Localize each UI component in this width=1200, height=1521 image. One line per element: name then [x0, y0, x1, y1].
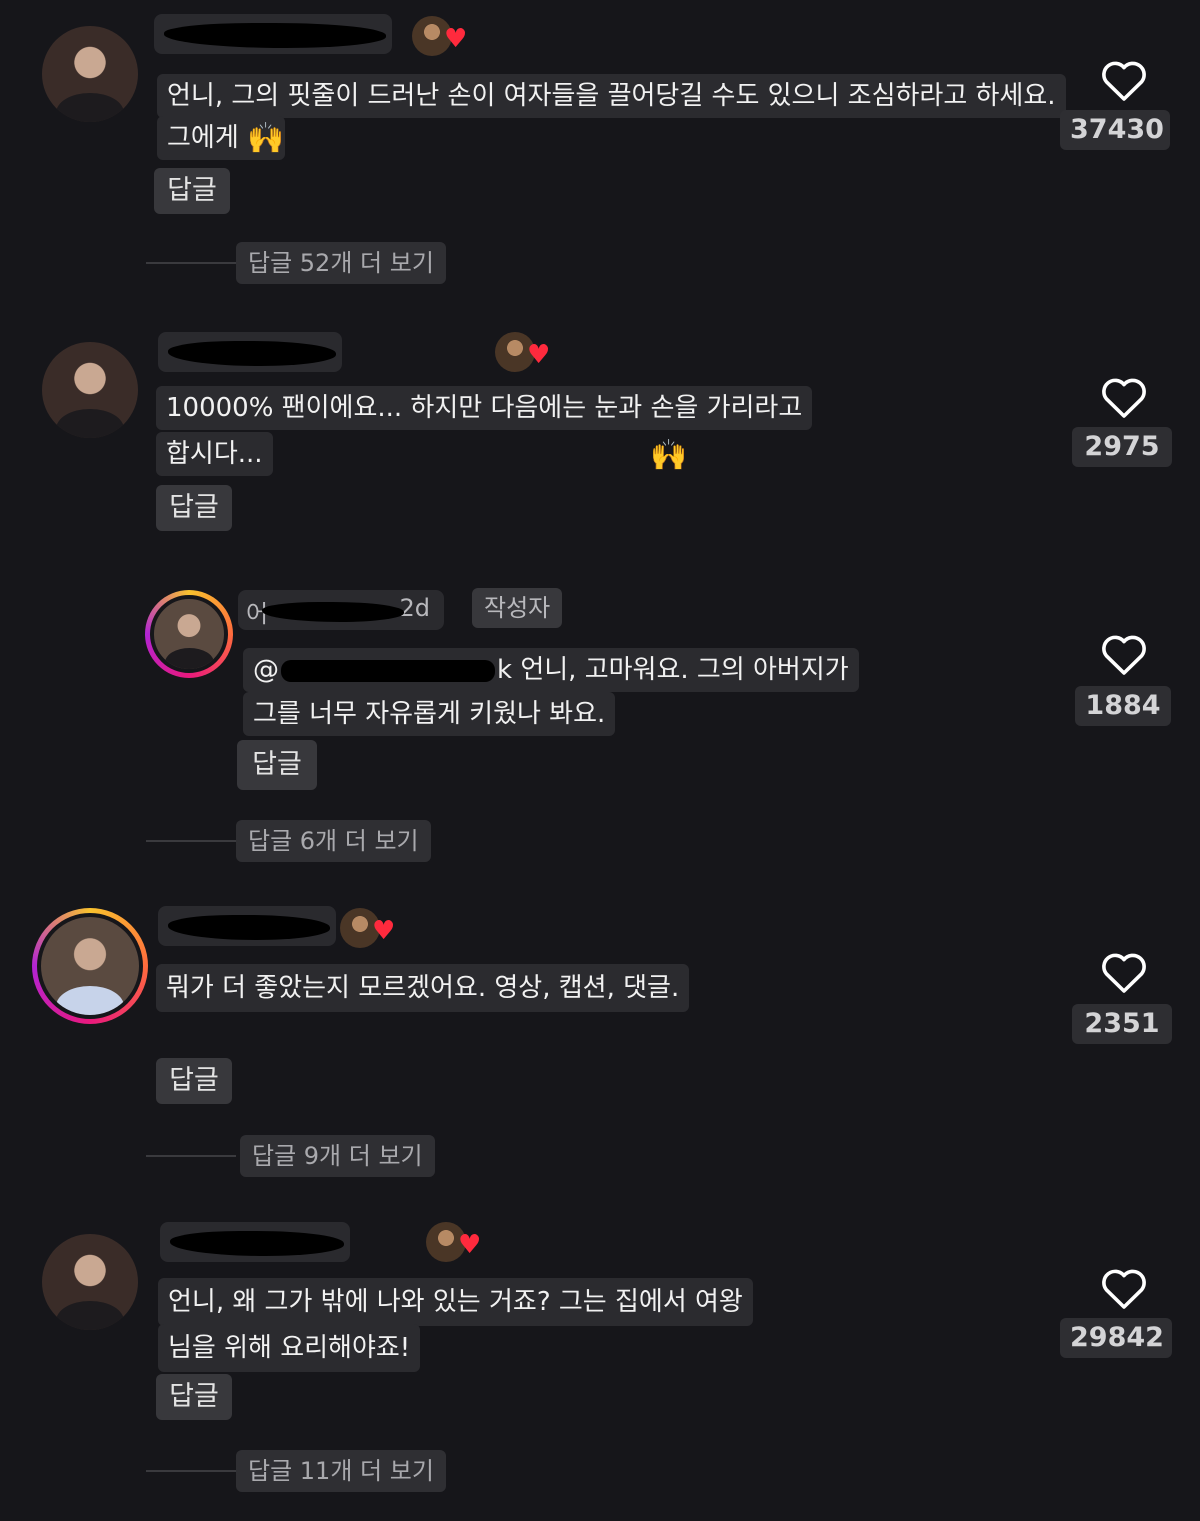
view-more-replies-button[interactable]: 답글 11개 더 보기: [236, 1450, 446, 1492]
like-count: 37430: [1060, 110, 1170, 150]
comment-text-line: 님을 위해 요리해야죠!: [158, 1324, 421, 1372]
redacted-username[interactable]: [154, 14, 392, 54]
reply-button[interactable]: 답글: [237, 740, 317, 790]
mention-prefix[interactable]: @: [253, 655, 279, 685]
avatar[interactable]: [32, 908, 148, 1024]
mention-suffix[interactable]: k: [497, 655, 512, 685]
reply-button[interactable]: 답글: [154, 168, 230, 214]
redacted-username[interactable]: [158, 332, 342, 372]
comment-text-line: 언니, 그의 핏줄이 드러난 손이 여자들을 끌어당길 수도 있으니 조심하라고…: [157, 74, 1066, 118]
divider: [146, 262, 236, 264]
creator-liked-heart-icon: ♥: [527, 340, 551, 370]
raised-hands-emoji-icon: 🙌: [247, 121, 285, 156]
like-count: 2975: [1072, 427, 1172, 467]
comment-text-line: 10000% 팬이에요... 하지만 다음에는 눈과 손을 가리라고: [156, 386, 813, 430]
creator-liked-heart-icon: ♥: [372, 916, 396, 946]
like-count: 29842: [1060, 1318, 1172, 1358]
author-badge: 작성자: [472, 588, 563, 628]
divider: [146, 1155, 236, 1157]
comment-text-line: 합시다...: [156, 432, 273, 476]
like-heart-icon[interactable]: [1099, 1266, 1149, 1310]
like-heart-icon[interactable]: [1099, 375, 1149, 419]
username-partially-redacted[interactable]: 어 2d: [238, 590, 444, 630]
divider: [146, 840, 236, 842]
comment-text-line: 뭐가 더 좋았는지 모르겠어요. 영상, 캡션, 댓글.: [156, 964, 690, 1012]
avatar[interactable]: [145, 590, 233, 678]
like-count: 1884: [1075, 686, 1171, 726]
reply-button[interactable]: 답글: [156, 1374, 232, 1420]
creator-liked-heart-icon: ♥: [458, 1230, 482, 1260]
like-heart-icon[interactable]: [1099, 950, 1149, 994]
reply-button[interactable]: 답글: [156, 1058, 232, 1104]
creator-liked-heart-icon: ♥: [444, 24, 468, 54]
reply-button[interactable]: 답글: [156, 485, 232, 531]
redacted-username[interactable]: [158, 906, 336, 946]
view-more-replies-button[interactable]: 답글 6개 더 보기: [236, 820, 431, 862]
like-heart-icon[interactable]: [1099, 58, 1149, 102]
comment-text: 언니, 고마워요. 그의 아버지가: [520, 655, 849, 685]
redacted-mention[interactable]: [281, 659, 495, 682]
view-more-replies-button[interactable]: 답글 9개 더 보기: [240, 1135, 435, 1177]
raised-hands-emoji-icon: 🙌: [650, 438, 688, 473]
view-more-replies-button[interactable]: 답글 52개 더 보기: [236, 242, 446, 284]
like-heart-icon[interactable]: [1099, 632, 1149, 676]
avatar[interactable]: [42, 26, 138, 122]
comment-text-line: 그를 너무 자유롭게 키웠나 봐요.: [243, 692, 616, 736]
comment-text-line: 언니, 왜 그가 밖에 나와 있는 거죠? 그는 집에서 여왕: [158, 1278, 753, 1326]
divider: [146, 1470, 236, 1472]
timestamp: 2d: [399, 594, 430, 622]
comment-text-line: @ k 언니, 고마워요. 그의 아버지가: [243, 648, 859, 692]
redacted-username[interactable]: [160, 1222, 350, 1262]
avatar[interactable]: [42, 342, 138, 438]
like-count: 2351: [1072, 1004, 1172, 1044]
avatar[interactable]: [42, 1234, 138, 1330]
